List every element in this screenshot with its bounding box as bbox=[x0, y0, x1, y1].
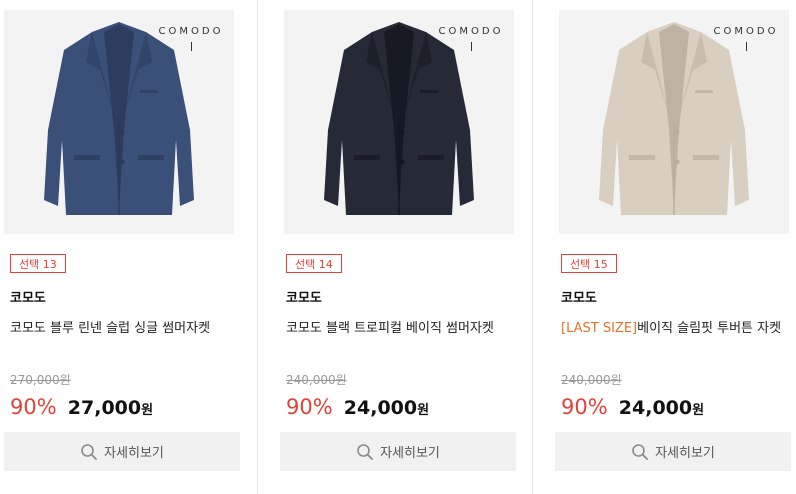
original-price: 270,000원 bbox=[10, 373, 71, 387]
title-text: 베이직 슬림핏 투버튼 자켓 bbox=[637, 321, 782, 336]
sale-price: 24,000 bbox=[343, 397, 418, 419]
sale-price-row: 90% 24,000원 bbox=[286, 395, 429, 419]
original-price: 240,000원 bbox=[561, 373, 622, 387]
title-text: 코모도 블루 린넨 슬럽 싱글 썸머자켓 bbox=[10, 321, 211, 336]
product-image[interactable]: COMODO bbox=[559, 10, 789, 234]
detail-button-label: 자세히보기 bbox=[380, 446, 440, 461]
sale-price: 27,000 bbox=[67, 397, 142, 419]
magnifier-icon bbox=[632, 443, 648, 460]
brand-name: 코모도 bbox=[286, 291, 322, 306]
product-card[interactable]: COMODO 선택 15 코모도 [LAST SIZE]베이직 슬림핏 투버튼 … bbox=[551, 0, 796, 494]
title-text: 코모도 블랙 트로피컬 베이직 썸머자켓 bbox=[286, 321, 494, 336]
select-badge: 선택 15 bbox=[561, 254, 617, 273]
product-image[interactable]: COMODO bbox=[4, 10, 234, 234]
discount-rate: 90% bbox=[286, 395, 333, 419]
discount-rate: 90% bbox=[561, 395, 608, 419]
magnifier-icon bbox=[357, 443, 373, 460]
brand-logo: COMODO bbox=[438, 26, 504, 51]
brand-name: 코모도 bbox=[561, 291, 597, 306]
sale-price-row: 90% 24,000원 bbox=[561, 395, 704, 419]
product-title[interactable]: 코모도 블루 린넨 슬럽 싱글 썸머자켓 bbox=[10, 317, 246, 336]
column-divider bbox=[257, 0, 258, 494]
product-image[interactable]: COMODO bbox=[284, 10, 514, 234]
select-badge: 선택 13 bbox=[10, 254, 66, 273]
brand-name: 코모도 bbox=[10, 291, 46, 306]
product-card[interactable]: COMODO 선택 14 코모도 코모도 블랙 트로피컬 베이직 썸머자켓 24… bbox=[276, 0, 526, 494]
detail-button[interactable]: 자세히보기 bbox=[280, 432, 516, 471]
product-card[interactable]: COMODO 선택 13 코모도 코모도 블루 린넨 슬럽 싱글 썸머자켓 27… bbox=[0, 0, 250, 494]
sale-price: 24,000 bbox=[618, 397, 693, 419]
column-divider bbox=[532, 0, 533, 494]
detail-button-label: 자세히보기 bbox=[104, 446, 164, 461]
product-title[interactable]: 코모도 블랙 트로피컬 베이직 썸머자켓 bbox=[286, 317, 522, 336]
sale-price-row: 90% 27,000원 bbox=[10, 395, 153, 419]
original-price: 240,000원 bbox=[286, 373, 347, 387]
currency-unit: 원 bbox=[141, 403, 154, 418]
discount-rate: 90% bbox=[10, 395, 57, 419]
detail-button[interactable]: 자세히보기 bbox=[4, 432, 240, 471]
detail-button-label: 자세히보기 bbox=[655, 446, 715, 461]
select-badge: 선택 14 bbox=[286, 254, 342, 273]
currency-unit: 원 bbox=[692, 403, 705, 418]
magnifier-icon bbox=[81, 443, 97, 460]
currency-unit: 원 bbox=[417, 403, 430, 418]
product-title[interactable]: [LAST SIZE]베이직 슬림핏 투버튼 자켓 bbox=[561, 317, 796, 336]
brand-logo: COMODO bbox=[713, 26, 779, 51]
brand-logo: COMODO bbox=[158, 26, 224, 51]
title-tag: [LAST SIZE] bbox=[561, 321, 638, 336]
detail-button[interactable]: 자세히보기 bbox=[555, 432, 791, 471]
